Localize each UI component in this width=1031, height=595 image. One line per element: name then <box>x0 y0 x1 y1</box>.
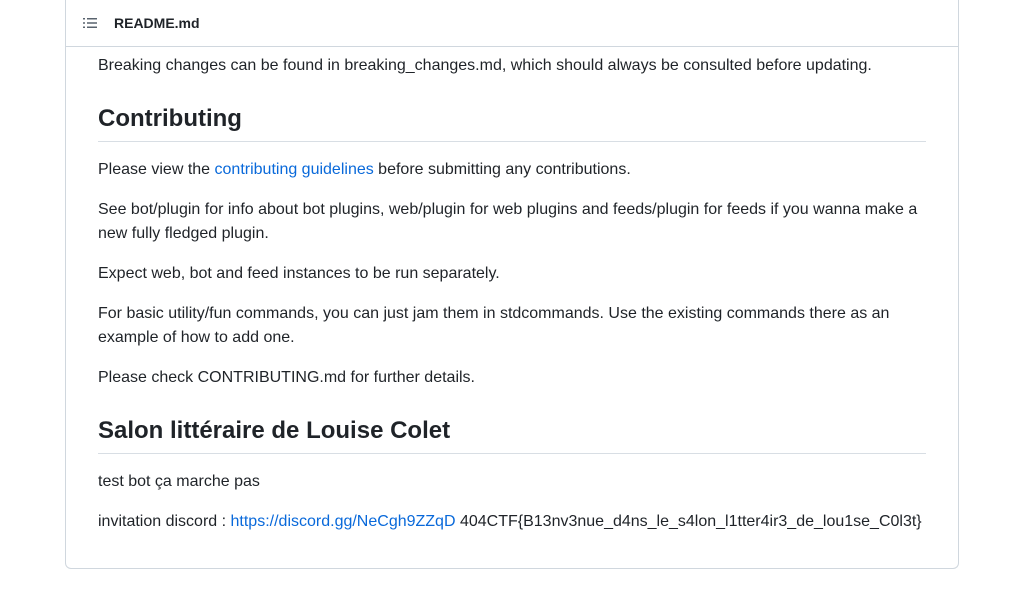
paragraph-text: invitation discord : <box>98 513 231 530</box>
stdcommands-paragraph: For basic utility/fun commands, you can … <box>98 305 890 346</box>
list-unordered-icon[interactable] <box>82 15 98 31</box>
contributing-guidelines-paragraph: Please view the contributing guidelines … <box>98 158 926 182</box>
readme-header: README.md <box>66 0 958 47</box>
test-bot-paragraph: test bot ça marche pas <box>98 473 260 490</box>
readme-container: README.md Breaking changes can be found … <box>65 0 959 569</box>
instances-paragraph: Expect web, bot and feed instances to be… <box>98 265 500 282</box>
discord-invite-link[interactable]: https://discord.gg/NeCgh9ZZqD <box>231 513 456 530</box>
salon-heading: Salon littéraire de Louise Colet <box>98 416 926 454</box>
readme-title: README.md <box>114 15 200 31</box>
contributing-md-paragraph: Please check CONTRIBUTING.md for further… <box>98 369 475 386</box>
breaking-changes-paragraph: Breaking changes can be found in breakin… <box>98 57 872 74</box>
plugins-paragraph: See bot/plugin for info about bot plugin… <box>98 201 918 242</box>
paragraph-text: Please view the <box>98 161 215 178</box>
contributing-heading: Contributing <box>98 104 926 142</box>
discord-invitation-paragraph: invitation discord : https://discord.gg/… <box>98 510 926 534</box>
contributing-guidelines-link[interactable]: contributing guidelines <box>215 161 374 178</box>
paragraph-text: before submitting any contributions. <box>373 161 631 178</box>
markdown-body: Breaking changes can be found in breakin… <box>66 54 958 534</box>
flag-text: 404CTF{B13nv3nue_d4ns_le_s4lon_l1tter4ir… <box>455 513 922 530</box>
